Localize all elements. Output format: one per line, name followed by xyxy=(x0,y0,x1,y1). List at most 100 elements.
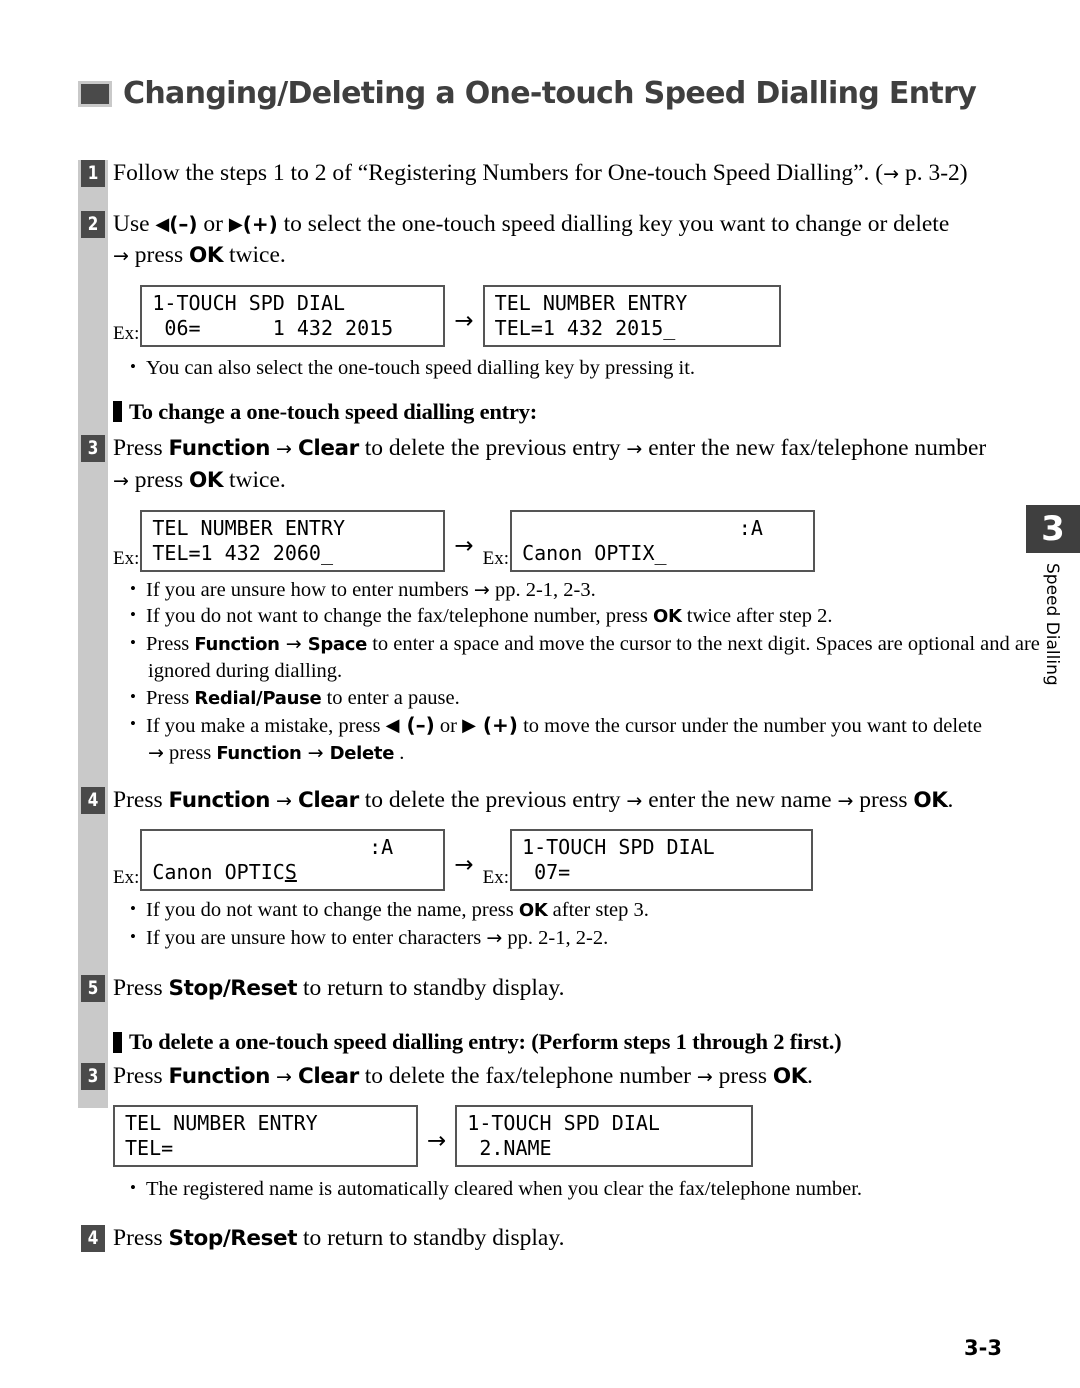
lcd-example-step4: Ex: :A Canon OPTICS → Ex: 1-TOUCH SPD DIA… xyxy=(113,829,1058,891)
step-2-part-c: or xyxy=(197,211,229,237)
step-4-part-e: . xyxy=(947,787,954,813)
lcd-line-2: TEL=1 432 2060_ xyxy=(152,540,334,565)
step-4-part-b: to delete the previous entry xyxy=(358,787,627,813)
lcd-display-right: 1-TOUCH SPD DIAL 2.NAME xyxy=(455,1105,754,1167)
list-item: Press Redial/Pause to enter a pause. xyxy=(128,684,1058,713)
lcd-display-left: TEL NUMBER ENTRY TEL=1 432 2060_ xyxy=(140,509,446,572)
step-5-text: Press Stop/Reset to return to standby di… xyxy=(113,973,1058,1004)
ex-label: Ex: xyxy=(482,547,510,569)
right-arrow-icon: → xyxy=(837,790,854,812)
step-badge: 4 xyxy=(81,1224,105,1252)
function-key-label: Function xyxy=(168,1064,271,1089)
right-arrow-icon: → xyxy=(113,245,129,267)
delete-step-4: 4 Press Stop/Reset to return to standby … xyxy=(78,1223,1058,1254)
step-1-part-c: p. 3-2) xyxy=(899,160,968,186)
delete-step-3-part-a: Press xyxy=(113,1063,169,1089)
chapter-side-tab: 3 Speed Dialling xyxy=(1026,505,1080,686)
lcd-display-right: :A Canon OPTIX_ xyxy=(510,509,816,572)
note-text: after step 3. xyxy=(547,899,649,921)
subheading-change-entry: To change a one-touch speed dialling ent… xyxy=(113,399,1058,425)
step-1-text: Follow the steps 1 to 2 of “Registering … xyxy=(113,158,1058,190)
step-3-part-d: press xyxy=(128,466,189,493)
ok-key-label: OK xyxy=(188,467,224,493)
step-badge: 3 xyxy=(81,434,105,462)
lcd-line-2: TEL= xyxy=(125,1136,174,1160)
right-arrow-icon: → xyxy=(696,1066,713,1088)
step-2-text: Use ◀(–) or ▶(+) to select the one-touch… xyxy=(113,209,1058,272)
subheading-delete-entry: To delete a one-touch speed dialling ent… xyxy=(113,1029,1058,1055)
lcd-example-delete: TEL NUMBER ENTRY TEL= → 1-TOUCH SPD DIAL … xyxy=(113,1105,1058,1167)
right-arrow-icon: → xyxy=(454,852,474,878)
note-text: If you are unsure how to enter character… xyxy=(146,926,487,949)
list-item: If you are unsure how to enter character… xyxy=(128,924,1058,952)
note-text: You can also select the one-touch speed … xyxy=(146,357,696,379)
right-arrow-icon: → xyxy=(148,741,164,764)
function-key-label: Function xyxy=(194,633,280,655)
delete-key-label: Delete xyxy=(329,742,395,764)
list-item: If you do not want to change the name, p… xyxy=(128,896,1058,925)
notes-step-4: If you do not want to change the name, p… xyxy=(128,896,1058,952)
right-triangle-icon: ▶ xyxy=(462,715,476,736)
plus-key-label: (+) xyxy=(242,212,278,236)
step-3: 3 Press Function → Clear to delete the p… xyxy=(78,433,1058,497)
page-number: 3-3 xyxy=(964,1336,1002,1360)
lcd-line-2: 06= 1 432 2015 xyxy=(152,316,394,340)
lcd-line-1: TEL NUMBER ENTRY xyxy=(125,1111,318,1135)
step-2-part-a: Use xyxy=(113,211,156,237)
right-arrow-icon: → xyxy=(279,632,308,655)
lcd-line-1: 1-TOUCH SPD DIAL xyxy=(152,291,346,315)
plus-key-label: (+) xyxy=(475,713,518,737)
step-badge: 5 xyxy=(81,975,105,1002)
list-item: If you are unsure how to enter numbers →… xyxy=(128,576,1058,604)
list-item: If you make a mistake, press ◀ (–) or ▶ … xyxy=(128,711,1058,767)
clear-key-label: Clear xyxy=(298,435,359,461)
right-arrow-icon: → xyxy=(427,1128,447,1154)
ok-key-label: OK xyxy=(652,606,682,627)
lcd-line-2: 07= xyxy=(522,860,571,884)
subheading-delete-entry-text: To delete a one-touch speed dialling ent… xyxy=(129,1029,842,1054)
ex-label: Ex: xyxy=(113,547,140,569)
function-key-label: Function xyxy=(216,742,302,764)
ex-label: Ex: xyxy=(113,867,140,888)
lcd-cursor-char: S xyxy=(284,860,297,884)
page-title: Changing/Deleting a One-touch Speed Dial… xyxy=(78,76,1058,111)
step-4-part-d: press xyxy=(853,787,914,813)
step-2-part-e: to select the one-touch speed dialling k… xyxy=(277,211,950,237)
lcd-line-1: :A xyxy=(522,515,763,540)
right-arrow-icon: → xyxy=(276,437,292,460)
step-2-part-f: press xyxy=(128,242,189,268)
lcd-line-1: 1-TOUCH SPD DIAL xyxy=(522,835,715,859)
note-text: to enter a space and move the cursor to … xyxy=(367,632,1040,655)
list-item: Press Function → Space to enter a space … xyxy=(128,630,1058,685)
note-text: . xyxy=(394,741,405,764)
notes-after-step-2: You can also select the one-touch speed … xyxy=(128,354,1058,382)
step-5-part-b: to return to standby display. xyxy=(297,975,565,1001)
right-arrow-icon: → xyxy=(454,308,474,334)
filled-square-icon xyxy=(78,80,112,107)
note-text: If you do not want to change the fax/tel… xyxy=(146,605,653,627)
lcd-line-1: 1-TOUCH SPD DIAL xyxy=(467,1111,660,1135)
note-text: to move the cursor under the number you … xyxy=(517,715,982,737)
note-text: or xyxy=(434,715,463,737)
step-3-part-a: Press xyxy=(113,434,169,461)
delete-step-4-part-b: to return to standby display. xyxy=(297,1224,565,1251)
right-arrow-icon: → xyxy=(883,163,900,185)
lcd-line-2-prefix: Canon OPTIC xyxy=(152,860,285,884)
right-arrow-icon: → xyxy=(276,1066,292,1088)
right-arrow-icon: → xyxy=(276,790,292,812)
clear-key-label: Clear xyxy=(298,1064,359,1089)
step-badge: 1 xyxy=(81,160,105,187)
right-arrow-icon: → xyxy=(626,790,643,812)
list-item: The registered name is automatically cle… xyxy=(128,1175,1058,1203)
ok-key-label: OK xyxy=(913,788,948,813)
lcd-example-step2: Ex: 1-TOUCH SPD DIAL 06= 1 432 2015 → TE… xyxy=(113,285,1058,347)
lcd-line-2: 2.NAME xyxy=(467,1136,552,1160)
step-badge: 4 xyxy=(81,787,105,814)
space-key-label: Space xyxy=(307,633,368,655)
lcd-display-right: 1-TOUCH SPD DIAL 07= xyxy=(510,829,814,891)
note-text: twice after step 2. xyxy=(681,605,833,627)
step-badge: 2 xyxy=(81,211,105,238)
document-page: Changing/Deleting a One-touch Speed Dial… xyxy=(0,0,1080,1388)
subheading-change-entry-text: To change a one-touch speed dialling ent… xyxy=(129,398,538,424)
bar-square-icon xyxy=(113,1031,122,1053)
